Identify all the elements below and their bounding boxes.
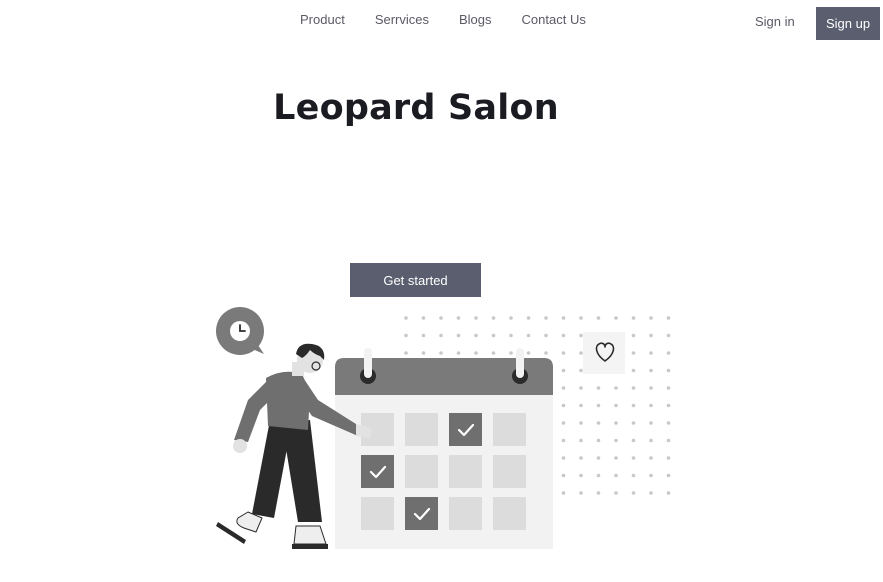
sign-in-link[interactable]: Sign in bbox=[755, 14, 795, 29]
clock-icon bbox=[216, 307, 264, 355]
sign-up-button[interactable]: Sign up bbox=[816, 7, 880, 40]
nav-blogs-link[interactable]: Blogs bbox=[459, 12, 492, 27]
nav-services-link[interactable]: Serrvices bbox=[375, 12, 429, 27]
nav-product-link[interactable]: Product bbox=[300, 12, 345, 27]
page-title: Leopard Salon bbox=[273, 88, 559, 128]
hero-illustration bbox=[216, 307, 671, 549]
nav-contact-link[interactable]: Contact Us bbox=[522, 12, 586, 27]
get-started-button[interactable]: Get started bbox=[350, 263, 481, 297]
main-nav: Product Serrvices Blogs Contact Us bbox=[300, 12, 586, 27]
calendar-illustration bbox=[335, 348, 553, 549]
heart-icon bbox=[583, 332, 625, 374]
